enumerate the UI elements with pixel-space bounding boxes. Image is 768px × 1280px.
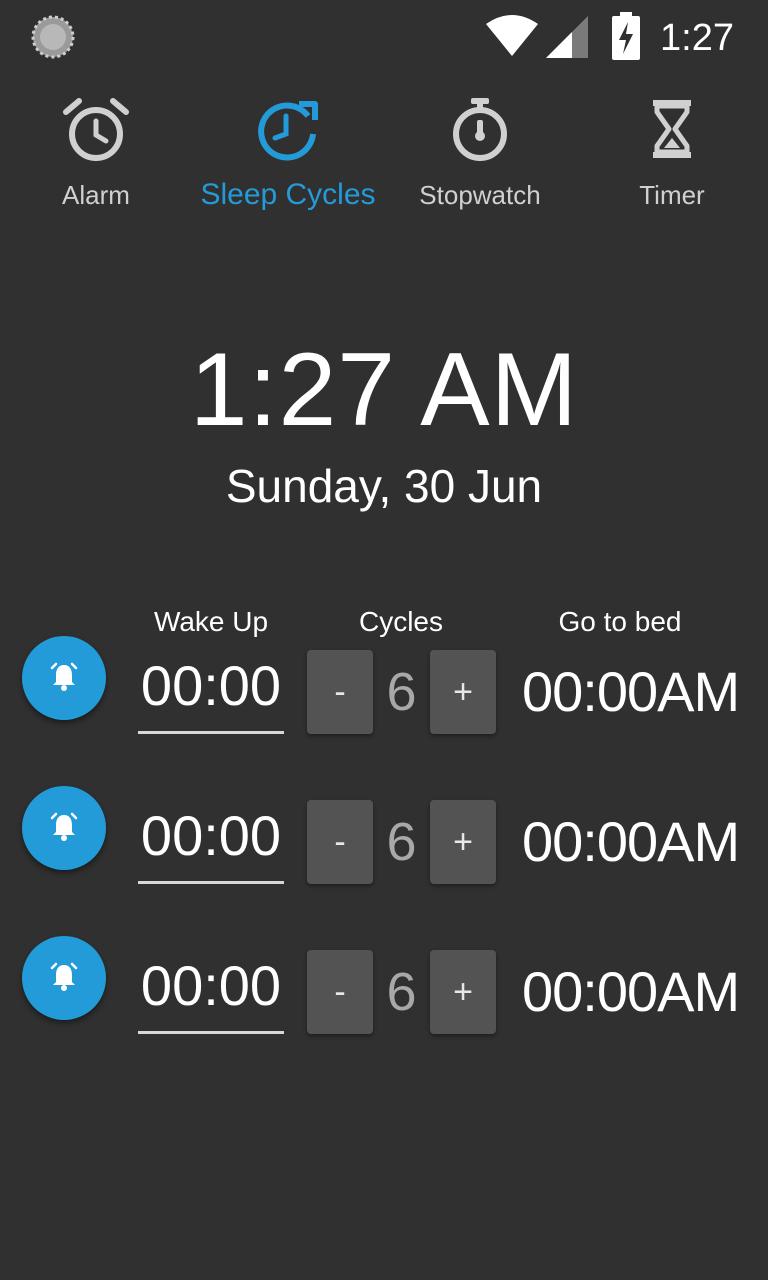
cycles-value: 6 [386, 962, 417, 1022]
alarm-bell-icon [50, 662, 78, 691]
cycles-value: 6 [386, 812, 417, 872]
wake-up-time-field[interactable]: 00:00 [138, 944, 284, 1034]
sleep-cycle-row: 00:00 - 6 + 00:00AM [0, 936, 768, 1036]
decrease-cycles-button[interactable]: - [307, 950, 373, 1034]
signal-icon [546, 16, 588, 58]
alarm-clock-icon [63, 98, 129, 161]
wake-up-time-field[interactable]: 00:00 [138, 644, 284, 734]
tab-label: Stopwatch [419, 180, 541, 210]
wake-up-time-field[interactable]: 00:00 [138, 794, 284, 884]
tab-label: Alarm [62, 180, 130, 210]
alarm-bell-icon [50, 812, 78, 841]
increase-cycles-button[interactable]: + [430, 800, 496, 884]
alarm-bell-icon [50, 962, 78, 991]
status-bar: 1:27 [0, 0, 768, 76]
bed-time-value: 00:00AM [522, 810, 740, 873]
stopwatch-icon [453, 98, 507, 161]
sleep-cycle-row: 00:00 - 6 + 00:00AM [0, 786, 768, 886]
increase-cycles-button[interactable]: + [430, 650, 496, 734]
decrease-cycles-button[interactable]: - [307, 650, 373, 734]
set-alarm-button[interactable] [22, 786, 106, 870]
increase-cycles-button[interactable]: + [430, 950, 496, 1034]
tab-bar: Alarm Sleep Cycles Stopwatch Timer [0, 90, 768, 230]
set-alarm-button[interactable] [22, 936, 106, 1020]
bed-time-value: 00:00AM [522, 660, 740, 723]
status-time: 1:27 [660, 17, 734, 59]
bed-time-value: 00:00AM [522, 960, 740, 1023]
tab-timer[interactable]: Timer [576, 90, 768, 230]
battery-charging-icon [612, 12, 640, 60]
set-alarm-button[interactable] [22, 636, 106, 720]
decrease-cycles-button[interactable]: - [307, 800, 373, 884]
sleep-cycle-icon [258, 101, 318, 161]
tab-label: Timer [639, 180, 705, 210]
current-date: Sunday, 30 Jun [225, 460, 543, 512]
cycles-value: 6 [386, 662, 417, 722]
loading-spinner-icon [31, 15, 75, 59]
current-time: 1:27 AM [189, 332, 579, 448]
wifi-icon [486, 15, 538, 56]
tab-sleep-cycles[interactable]: Sleep Cycles [192, 90, 384, 230]
tab-label: Sleep Cycles [200, 178, 376, 211]
hourglass-icon [653, 100, 691, 158]
sleep-cycle-row: 00:00 - 6 + 00:00AM [0, 636, 768, 736]
tab-alarm[interactable]: Alarm [0, 90, 192, 230]
tab-stopwatch[interactable]: Stopwatch [384, 90, 576, 230]
